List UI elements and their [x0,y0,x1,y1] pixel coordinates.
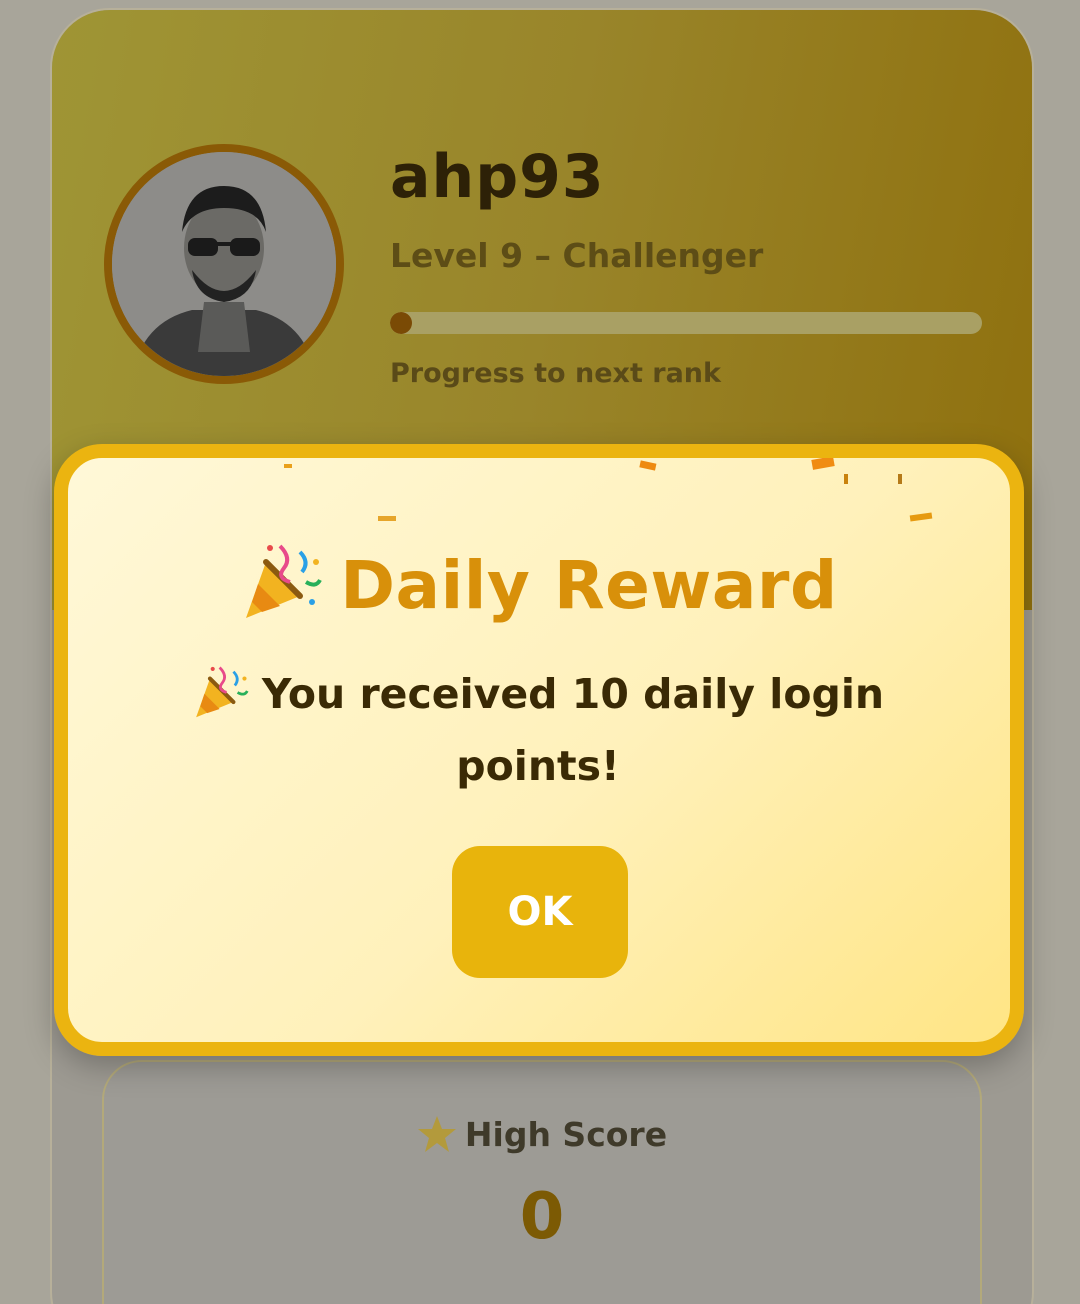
modal-title-text: Daily Reward [340,547,838,624]
modal-message: You received 10 daily login points! [178,658,898,802]
high-score-label: High Score [464,1115,668,1154]
star-icon [417,1116,456,1152]
ok-button[interactable]: OK [452,846,628,978]
party-popper-icon [196,666,249,718]
username: ahp93 [390,142,605,212]
rank-progress-fill [390,312,412,334]
daily-reward-modal: Daily Reward You received 10 daily login… [54,444,1024,1056]
modal-message-text: You received 10 daily login points! [261,670,885,790]
high-score-value: 0 [519,1180,565,1254]
high-score-card: High Score 0 [102,1060,982,1304]
high-score-title: High Score [104,1114,980,1154]
party-popper-icon [246,544,323,618]
rank-progress-bar [390,312,982,334]
avatar-photo [112,152,336,376]
modal-title: Daily Reward [68,538,1010,624]
avatar[interactable] [104,144,344,384]
progress-label: Progress to next rank [390,358,721,389]
level-text: Level 9 – Challenger [390,236,764,275]
